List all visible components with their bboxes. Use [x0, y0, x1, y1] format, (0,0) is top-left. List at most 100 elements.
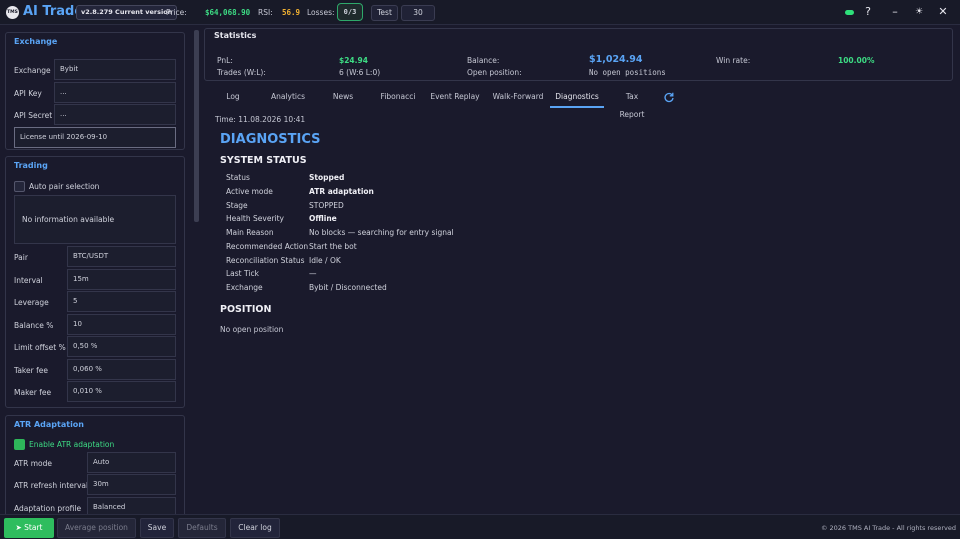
- diagnostics-timestamp: Time: 11.08.2026 10:41: [215, 115, 306, 124]
- atr-adaptation-group: ATR Adaptation Enable ATR adaptation ATR…: [5, 415, 185, 514]
- last-tick-label: Last Tick: [226, 269, 259, 278]
- sidebar-scrollbar[interactable]: [194, 30, 199, 222]
- recommended-action-value: Start the bot: [309, 242, 357, 251]
- average-position-button[interactable]: Average position: [57, 518, 136, 538]
- pnl-label: PnL:: [217, 56, 233, 65]
- number-input[interactable]: 30: [401, 5, 435, 21]
- leverage-label: Leverage: [14, 298, 49, 307]
- tab-walk-forward[interactable]: Walk-Forward: [491, 88, 545, 108]
- balance-percent-input[interactable]: 10: [67, 314, 176, 335]
- win-rate-label: Win rate:: [716, 56, 751, 65]
- rsi-label: RSI:: [258, 8, 273, 17]
- defaults-button[interactable]: Defaults: [178, 518, 226, 538]
- stage-value: STOPPED: [309, 201, 344, 210]
- stage-label: Stage: [226, 201, 248, 210]
- active-mode-value: ATR adaptation: [309, 187, 374, 196]
- atr-refresh-label: ATR refresh interval: [14, 481, 89, 490]
- active-mode-label: Active mode: [226, 187, 273, 196]
- statistics-panel: Statistics PnL: $24.94 Trades (W:L): 6 (…: [204, 28, 953, 81]
- connection-status-indicator: [845, 10, 854, 15]
- pnl-value: $24.94: [339, 56, 368, 65]
- diagnostics-heading: DIAGNOSTICS: [220, 132, 321, 147]
- limit-offset-label: Limit offset %: [14, 343, 66, 352]
- balance-value: $1,024.94: [589, 54, 643, 65]
- copyright-footer: © 2026 TMS AI Trade - All rights reserve…: [820, 524, 956, 532]
- reconciliation-status-value: Idle / OK: [309, 256, 341, 265]
- tab-diagnostics[interactable]: Diagnostics: [550, 88, 604, 108]
- last-tick-value: —: [309, 269, 317, 278]
- license-field: License until 2026-09-10: [14, 127, 176, 148]
- maker-fee-input[interactable]: 0,010 %: [67, 381, 176, 402]
- help-icon[interactable]: ?: [861, 5, 875, 18]
- api-key-label: API Key: [14, 89, 42, 98]
- exchange-group-title: Exchange: [14, 37, 58, 46]
- api-secret-label: API Secret: [14, 111, 53, 120]
- enable-atr-checkbox[interactable]: [14, 439, 25, 450]
- balance-label: Balance:: [467, 56, 500, 65]
- trades-value: 6 (W:6 L:0): [339, 68, 381, 77]
- reconciliation-status-label: Reconciliation Status: [226, 256, 305, 265]
- app-logo: TMS: [6, 6, 19, 19]
- exchange-label: Exchange: [14, 66, 51, 75]
- start-button[interactable]: ➤ Start: [4, 518, 54, 538]
- pair-info-box: No information available: [14, 195, 176, 244]
- settings-sidebar: Exchange Exchange Bybit API Key ... API …: [0, 26, 193, 514]
- health-severity-value: Offline: [309, 214, 337, 223]
- trading-group: Trading Auto pair selection No informati…: [5, 156, 185, 408]
- recommended-action-label: Recommended Action: [226, 242, 309, 251]
- taker-fee-label: Taker fee: [14, 366, 48, 375]
- statistics-title: Statistics: [214, 31, 257, 40]
- adaptation-profile-label: Adaptation profile: [14, 504, 82, 513]
- top-bar: TMS AI Trade v2.8.279 Current version Pr…: [0, 0, 960, 25]
- enable-atr-label: Enable ATR adaptation: [29, 440, 115, 449]
- exchange-group: Exchange Exchange Bybit API Key ... API …: [5, 32, 185, 150]
- position-text: No open position: [220, 325, 284, 334]
- diagnostics-content: Time: 11.08.2026 10:41 DIAGNOSTICS SYSTE…: [204, 111, 953, 513]
- auto-pair-label: Auto pair selection: [29, 182, 100, 191]
- clear-log-button[interactable]: Clear log: [230, 518, 280, 538]
- exchange-status-value: Bybit / Disconnected: [309, 283, 387, 292]
- atr-refresh-select[interactable]: 30m: [87, 474, 176, 495]
- tab-bar: Log Analytics News Fibonacci Event Repla…: [204, 88, 953, 119]
- app-title: AI Trade: [23, 4, 84, 19]
- maker-fee-label: Maker fee: [14, 388, 52, 397]
- theme-toggle-icon[interactable]: ☀: [912, 7, 926, 17]
- atr-mode-label: ATR mode: [14, 459, 52, 468]
- price-value: $64,068.90: [205, 8, 251, 17]
- pair-select[interactable]: BTC/USDT: [67, 246, 176, 267]
- test-button[interactable]: Test: [371, 5, 398, 21]
- tab-tax-report[interactable]: Tax Report: [613, 88, 651, 119]
- position-heading: POSITION: [220, 304, 272, 315]
- open-position-label: Open position:: [467, 68, 522, 77]
- tab-log[interactable]: Log: [221, 88, 245, 108]
- price-label: Price:: [166, 8, 187, 17]
- adaptation-profile-select[interactable]: Balanced: [87, 497, 176, 514]
- auto-pair-checkbox[interactable]: [14, 181, 25, 192]
- close-icon[interactable]: ✕: [936, 5, 950, 18]
- taker-fee-input[interactable]: 0,060 %: [67, 359, 176, 380]
- save-button[interactable]: Save: [140, 518, 174, 538]
- leverage-input[interactable]: 5: [67, 291, 176, 312]
- interval-select[interactable]: 15m: [67, 269, 176, 290]
- tab-fibonacci[interactable]: Fibonacci: [377, 88, 419, 108]
- exchange-select[interactable]: Bybit: [54, 59, 176, 80]
- atr-mode-select[interactable]: Auto: [87, 452, 176, 473]
- minimize-icon[interactable]: –: [888, 5, 902, 18]
- atr-group-title: ATR Adaptation: [14, 420, 84, 429]
- api-secret-field[interactable]: ...: [54, 104, 176, 125]
- limit-offset-input[interactable]: 0,50 %: [67, 336, 176, 357]
- losses-label: Losses:: [307, 8, 335, 17]
- system-status-heading: SYSTEM STATUS: [220, 155, 307, 166]
- main-reason-label: Main Reason: [226, 228, 274, 237]
- tab-event-replay[interactable]: Event Replay: [430, 88, 480, 108]
- main-reason-value: No blocks — searching for entry signal: [309, 228, 454, 237]
- refresh-icon[interactable]: [663, 91, 675, 103]
- pair-label: Pair: [14, 253, 28, 262]
- version-badge: v2.8.279 Current version: [76, 5, 178, 20]
- status-value: Stopped: [309, 173, 345, 182]
- bottom-bar: ➤ Start Average position Save Defaults C…: [0, 514, 960, 539]
- tab-news[interactable]: News: [330, 88, 356, 108]
- api-key-field[interactable]: ...: [54, 82, 176, 103]
- rsi-value: 56.9: [282, 8, 301, 17]
- tab-analytics[interactable]: Analytics: [268, 88, 308, 108]
